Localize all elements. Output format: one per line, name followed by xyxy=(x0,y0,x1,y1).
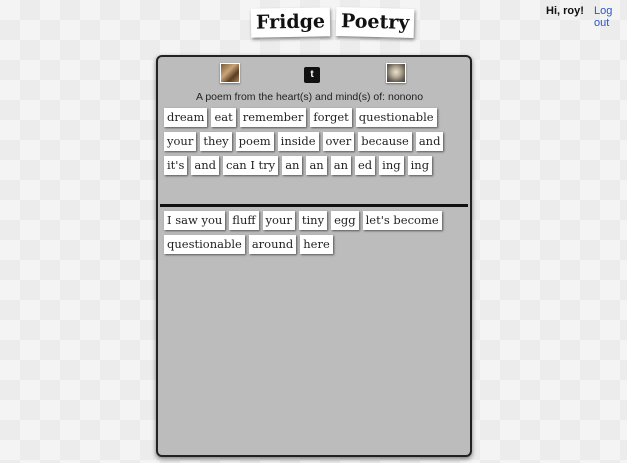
twitter-icon[interactable]: t xyxy=(304,67,320,83)
title-word-fridge: Fridge xyxy=(250,7,331,38)
word-tile[interactable]: can I try xyxy=(223,156,279,175)
word-bank: dream eat remember forget questionable your th… xyxy=(164,108,454,180)
poem-word-tile[interactable]: I saw you xyxy=(164,211,226,230)
word-tile[interactable]: your xyxy=(164,132,197,151)
word-tile[interactable]: dream xyxy=(164,108,208,127)
word-tile[interactable]: an xyxy=(282,156,303,175)
word-tile[interactable]: poem xyxy=(235,132,274,151)
word-tile[interactable]: ed xyxy=(354,156,376,175)
poem-area: I saw you fluff your tiny egg let's become que… xyxy=(164,211,454,259)
word-tile[interactable]: ing xyxy=(407,156,433,175)
word-tile[interactable]: and xyxy=(415,132,444,151)
board-divider xyxy=(160,204,468,207)
word-tile[interactable]: ing xyxy=(379,156,404,175)
poem-word-tile[interactable]: let's become xyxy=(362,211,442,230)
word-tile[interactable]: they xyxy=(200,132,232,151)
word-tile[interactable]: remember xyxy=(239,108,307,127)
word-tile[interactable]: questionable xyxy=(355,108,437,127)
poem-word-tile[interactable]: around xyxy=(248,235,297,254)
poem-word-tile[interactable]: here xyxy=(300,235,333,254)
word-tile[interactable]: because xyxy=(358,132,412,151)
app-title: Fridge Poetry xyxy=(250,6,415,39)
word-tile[interactable]: an xyxy=(306,156,327,175)
logout-link[interactable]: Log out xyxy=(594,5,627,29)
author-photo-icon[interactable] xyxy=(220,63,240,83)
fridge-board: t A poem from the heart(s) and mind(s) o… xyxy=(156,55,472,457)
word-tile[interactable]: an xyxy=(330,156,351,175)
poem-attribution: A poem from the heart(s) and mind(s) of:… xyxy=(196,91,424,103)
poem-word-tile[interactable]: your xyxy=(262,211,295,230)
word-tile[interactable]: forget xyxy=(310,108,352,127)
poem-word-tile[interactable]: questionable xyxy=(164,235,245,254)
word-tile[interactable]: it's xyxy=(164,156,188,175)
title-word-poetry: Poetry xyxy=(335,6,415,39)
word-tile[interactable]: over xyxy=(322,132,355,151)
user-greeting: Hi, roy! xyxy=(546,5,584,17)
coauthor-photo-icon[interactable] xyxy=(386,63,406,83)
word-tile[interactable]: inside xyxy=(277,132,319,151)
word-tile[interactable]: and xyxy=(191,156,219,175)
word-tile[interactable]: eat xyxy=(211,108,236,127)
poem-word-tile[interactable]: egg xyxy=(331,211,359,230)
poem-word-tile[interactable]: fluff xyxy=(229,211,259,230)
poem-word-tile[interactable]: tiny xyxy=(298,211,328,230)
